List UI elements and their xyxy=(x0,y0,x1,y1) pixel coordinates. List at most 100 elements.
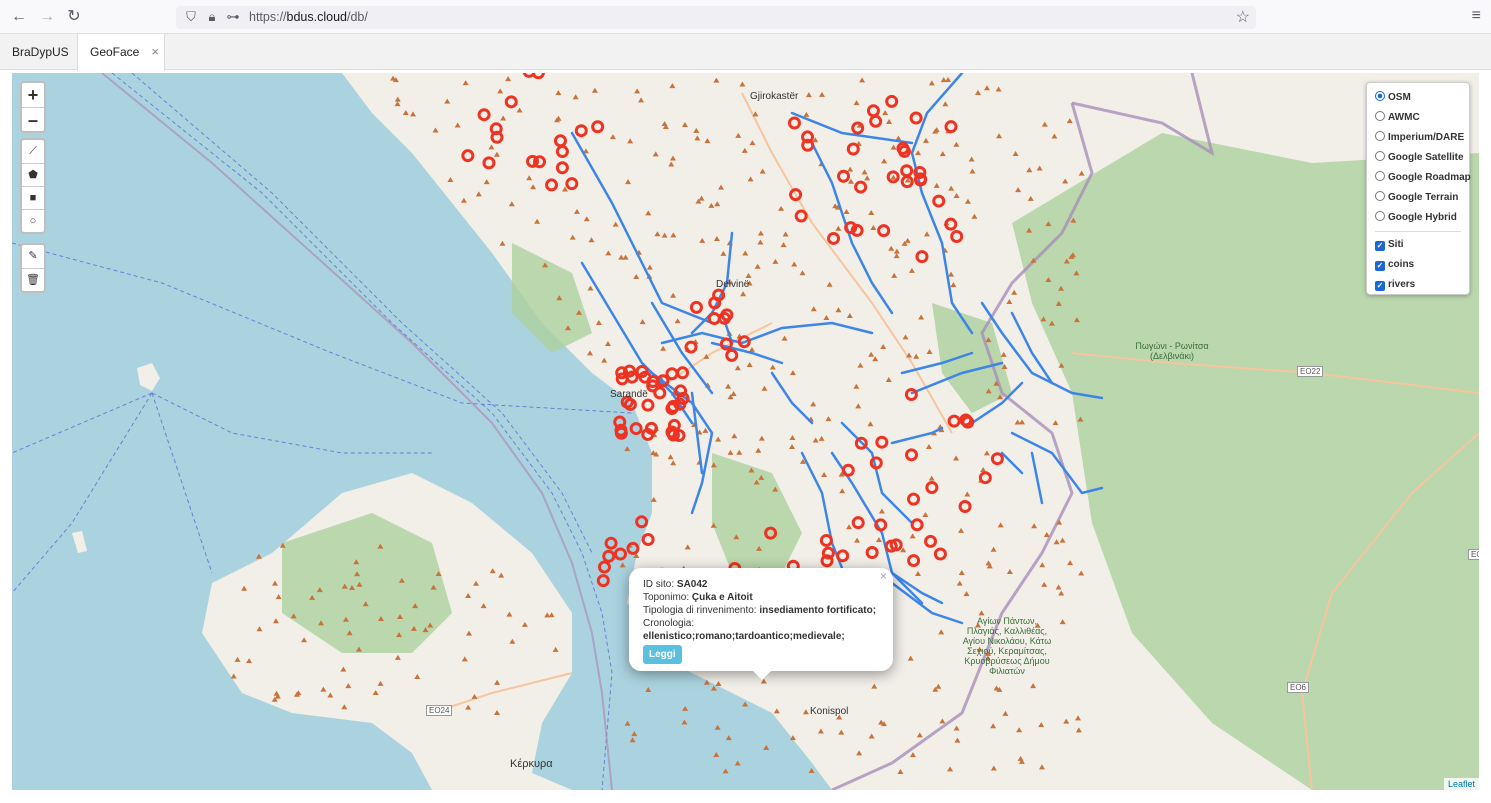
land-islet xyxy=(137,363,160,391)
coin-marker[interactable] xyxy=(631,731,638,737)
site-marker[interactable] xyxy=(604,536,618,550)
coin-marker[interactable] xyxy=(808,767,815,773)
site-marker[interactable] xyxy=(613,415,627,429)
zoom-in-button[interactable]: + xyxy=(22,83,44,107)
popup-chrono-value: ellenistico;romano;tardoantico;medievale… xyxy=(643,631,845,642)
permissions-icon[interactable]: ⊶ xyxy=(224,8,242,26)
coin-marker[interactable] xyxy=(713,751,720,757)
layer-imperium[interactable]: Imperium/DARE xyxy=(1375,128,1464,148)
zoom-out-button[interactable]: – xyxy=(22,107,44,131)
coin-marker[interactable] xyxy=(714,724,721,730)
road-shield: EO6 xyxy=(1287,682,1310,693)
land-islet xyxy=(72,531,87,553)
delete-layers-icon[interactable]: 🗑︎ xyxy=(22,268,44,291)
coin-marker[interactable] xyxy=(645,687,652,693)
coin-marker[interactable] xyxy=(734,760,741,766)
draw-toolbar: ⟋ ⬟ ■ ○ xyxy=(20,138,46,234)
coin-marker[interactable] xyxy=(763,744,770,750)
popup-tip xyxy=(752,670,772,680)
radio[interactable] xyxy=(1375,131,1385,141)
bookmark-star-icon[interactable]: ☆ xyxy=(1236,7,1250,27)
radio[interactable] xyxy=(1375,111,1385,121)
coin-marker[interactable] xyxy=(681,719,688,725)
url-text[interactable]: https://bdus.cloud/db/ xyxy=(249,10,368,24)
overlay-coins[interactable]: ✓ coins xyxy=(1375,255,1461,275)
coin-marker[interactable] xyxy=(624,720,631,726)
coin-marker[interactable] xyxy=(682,705,689,711)
layer-osm[interactable]: OSM xyxy=(1375,88,1461,108)
site-marker[interactable] xyxy=(613,547,627,561)
site-marker[interactable] xyxy=(596,574,610,588)
layer-google-satellite[interactable]: Google Satellite xyxy=(1375,148,1464,168)
popup-toponym-row: Toponimo: Çuka e Aitoit xyxy=(643,592,753,603)
coin-marker[interactable] xyxy=(629,737,636,743)
coin-marker[interactable] xyxy=(725,735,732,741)
app-tab-bar: BraDypUS GeoFace × xyxy=(0,34,1491,71)
road-shield: EO24 xyxy=(426,705,453,716)
address-bar[interactable]: ⛉ 🔒︎ ⊶ https://bdus.cloud/db/ ☆ xyxy=(176,6,1256,29)
layer-control: OSM AWMC Imperium/DARE Google Satellite … xyxy=(1366,82,1471,295)
site-marker[interactable] xyxy=(597,560,611,574)
reload-icon[interactable]: ↻ xyxy=(63,7,85,27)
back-icon[interactable]: ← xyxy=(8,7,30,27)
radio[interactable] xyxy=(1375,211,1385,221)
label-pogoni: Πωγώνι - Ρωνίτσα (Δελβινάκι) xyxy=(1135,341,1209,361)
map-canvas[interactable]: Gjirokastër Delvinë Sarandë Konispol Κέρ… xyxy=(12,73,1479,790)
tab-geoface[interactable]: GeoFace × xyxy=(77,34,165,71)
overlay-rivers[interactable]: ✓ rivers xyxy=(1375,275,1461,295)
edit-toolbar: ✎ 🗑︎ xyxy=(20,243,46,293)
draw-polygon-icon[interactable]: ⬟ xyxy=(22,163,44,186)
lock-icon[interactable]: 🔒︎ xyxy=(203,8,221,26)
draw-polyline-icon[interactable]: ⟋ xyxy=(22,140,44,163)
checkbox-checked[interactable]: ✓ xyxy=(1375,261,1385,271)
map-tiles xyxy=(12,73,1479,790)
shield-icon[interactable]: ⛉ xyxy=(182,8,200,26)
edit-layers-icon[interactable]: ✎ xyxy=(22,245,44,268)
label-filiates: Αγίων Πάντων, Πλαγιάς, Καλλιθέας, Αγίου … xyxy=(962,616,1052,676)
coin-marker[interactable] xyxy=(255,553,262,559)
site-marker[interactable] xyxy=(629,422,643,436)
layer-google-hybrid[interactable]: Google Hybrid xyxy=(1375,208,1461,228)
close-icon[interactable]: × xyxy=(151,44,159,59)
label-sarande: Sarandë xyxy=(610,389,648,400)
radio[interactable] xyxy=(1375,191,1385,201)
radio-selected[interactable] xyxy=(1375,91,1385,101)
label-delvine: Delvinë xyxy=(716,279,750,290)
zoom-control: + – xyxy=(20,81,46,133)
site-marker[interactable] xyxy=(602,549,616,563)
popup-chrono-label: Cronologia: xyxy=(643,618,695,629)
checkbox-checked[interactable]: ✓ xyxy=(1375,281,1385,291)
coin-marker[interactable] xyxy=(742,701,749,707)
layer-awmc[interactable]: AWMC xyxy=(1375,108,1461,128)
draw-circle-icon[interactable]: ○ xyxy=(22,209,44,232)
road-shield: EO22 xyxy=(1297,366,1324,377)
site-marker[interactable] xyxy=(626,541,640,555)
popup-id-row: ID sito: SA042 xyxy=(643,579,708,590)
label-kerkyra: Κέρκυρα xyxy=(510,758,553,770)
label-konispol: Konispol xyxy=(810,706,849,717)
coin-marker[interactable] xyxy=(722,768,729,774)
coin-marker[interactable] xyxy=(710,685,717,691)
popup-close-button[interactable]: × xyxy=(880,570,887,583)
layer-google-terrain[interactable]: Google Terrain xyxy=(1375,188,1461,208)
road-shield: EO xyxy=(1468,549,1479,560)
checkbox-checked[interactable]: ✓ xyxy=(1375,241,1385,251)
overlay-siti[interactable]: ✓ Siti xyxy=(1375,235,1461,255)
menu-icon[interactable]: ≡ xyxy=(1472,7,1481,25)
draw-rectangle-icon[interactable]: ■ xyxy=(22,186,44,209)
coin-marker[interactable] xyxy=(624,446,631,452)
radio[interactable] xyxy=(1375,151,1385,161)
read-button[interactable]: Leggi xyxy=(643,645,682,664)
browser-toolbar: ← → ↻ ⛉ 🔒︎ ⊶ https://bdus.cloud/db/ ☆ ≡ xyxy=(0,0,1491,34)
popup-type-row: Tipologia di rinvenimento: insediamento … xyxy=(643,605,877,616)
site-popup: × ID sito: SA042 Toponimo: Çuka e Aitoit… xyxy=(629,568,893,671)
label-gjirokaster: Gjirokastër xyxy=(750,91,799,102)
attribution-link[interactable]: Leaflet xyxy=(1443,778,1479,790)
tab-bradypus[interactable]: BraDypUS xyxy=(0,34,81,70)
site-marker[interactable] xyxy=(635,515,649,529)
radio[interactable] xyxy=(1375,171,1385,181)
separator xyxy=(1375,231,1461,232)
coin-marker[interactable] xyxy=(619,562,626,568)
layer-google-roadmap[interactable]: Google Roadmap xyxy=(1375,168,1471,188)
forward-icon[interactable]: → xyxy=(36,7,58,27)
